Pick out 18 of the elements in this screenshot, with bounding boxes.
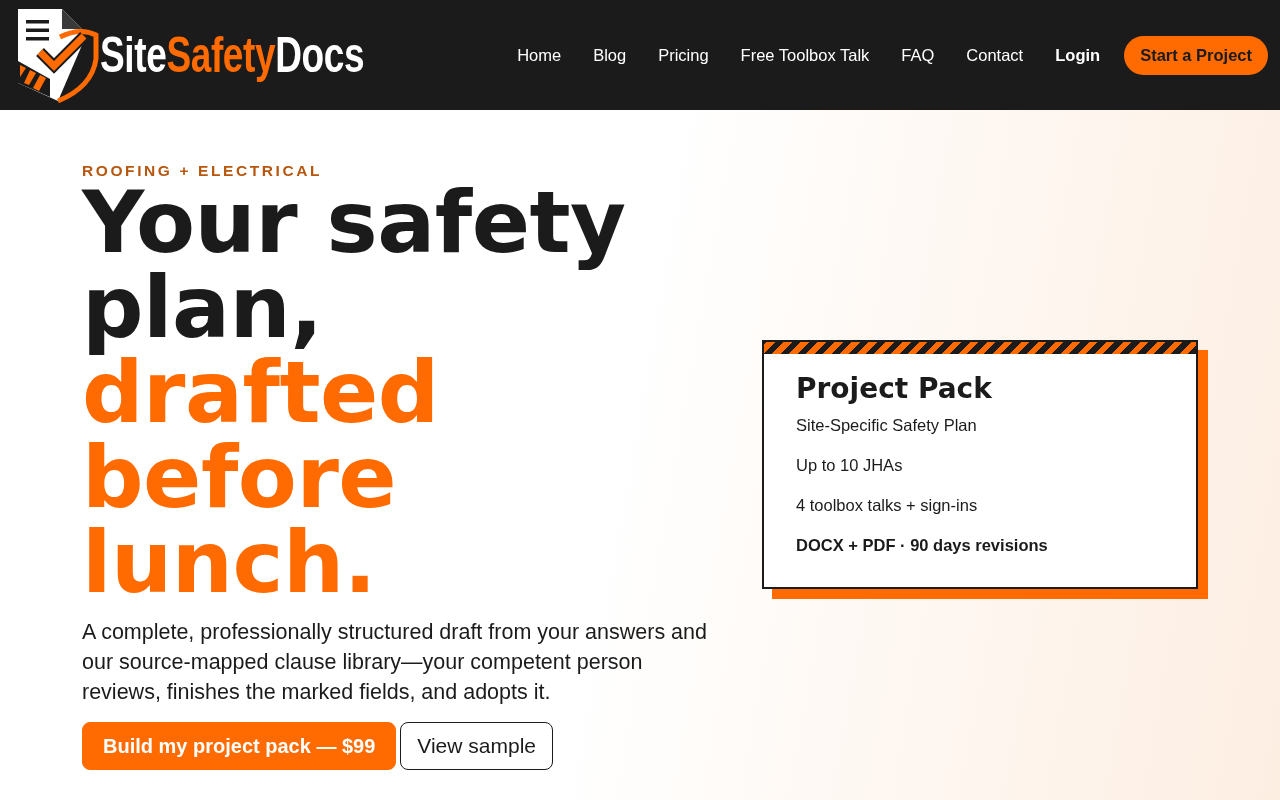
site-logo[interactable]: SiteSafetyDocs xyxy=(12,5,366,105)
card-feature: DOCX + PDF · 90 days revisions xyxy=(796,534,1048,556)
hero-description: A complete, professionally structured draft from your answers and our source-mapped clause library—your competent person reviews, finishes the marked fields, and adopts it. xyxy=(82,619,708,706)
view-sample-button[interactable]: View sample xyxy=(400,722,553,770)
card-feature: Site-Specific Safety Plan xyxy=(796,414,977,436)
card-feature: 4 toolbox talks + sign-ins xyxy=(796,494,978,516)
nav-link[interactable]: Pricing xyxy=(658,45,709,65)
nav-link[interactable]: FAQ xyxy=(901,45,935,65)
nav-link[interactable]: Contact xyxy=(966,45,1024,65)
hero-headline: Your safety plan, drafted before lunch. xyxy=(82,180,627,605)
start-project-button[interactable]: Start a Project xyxy=(1124,35,1268,75)
nav-link[interactable]: Login xyxy=(1055,45,1101,65)
card-title: Project Pack xyxy=(796,371,992,406)
nav-link[interactable]: Blog xyxy=(593,45,627,65)
hero-kicker: ROOFING + ELECTRICAL xyxy=(82,162,323,180)
nav-link[interactable]: Home xyxy=(517,45,562,65)
card-feature: Up to 10 JHAs xyxy=(796,454,903,476)
nav-link[interactable]: Free Toolbox Talk xyxy=(740,45,870,65)
